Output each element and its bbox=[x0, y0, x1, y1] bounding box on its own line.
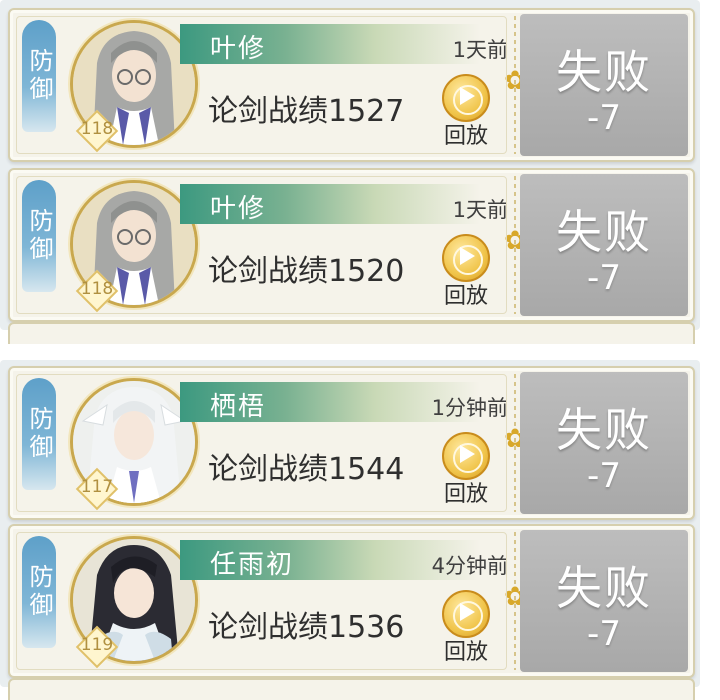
score-change: -7 bbox=[587, 98, 621, 138]
replay-button[interactable]: 回放 bbox=[434, 232, 498, 312]
battle-record-card: 防御 117 栖梧 1分钟前 论剑战绩1544 回放 ✿ 失败 -7 bbox=[8, 366, 695, 520]
battle-record-card: 防御 118 叶修 1天前 论剑战绩1527 回放 ✿ 失败 -7 bbox=[8, 8, 695, 162]
defense-tag: 防御 bbox=[22, 536, 56, 648]
arena-record: 论剑战绩1544 bbox=[208, 452, 405, 487]
arena-record: 论剑战绩1527 bbox=[208, 94, 405, 129]
battle-record-card: 防御 118 叶修 1天前 论剑战绩1520 回放 ✿ 失败 -7 bbox=[8, 168, 695, 322]
arena-record: 论剑战绩1536 bbox=[208, 610, 405, 645]
score-change: -7 bbox=[587, 614, 621, 654]
level-badge: 118 bbox=[75, 269, 119, 313]
opponent-name: 栖梧 bbox=[210, 392, 267, 422]
time-ago: 1天前 bbox=[452, 198, 508, 222]
result-label: 失败 bbox=[556, 403, 652, 457]
battle-record-panel-top: 防御 118 叶修 1天前 论剑战绩1527 回放 ✿ 失败 -7 防御 118… bbox=[0, 0, 700, 344]
defense-tag: 防御 bbox=[22, 20, 56, 132]
replay-button[interactable]: 回放 bbox=[434, 588, 498, 668]
next-card-edge bbox=[8, 322, 695, 344]
time-ago: 1天前 bbox=[452, 38, 508, 62]
replay-button[interactable]: 回放 bbox=[434, 72, 498, 152]
level-badge: 117 bbox=[75, 467, 119, 511]
level-badge: 119 bbox=[75, 625, 119, 669]
score-change: -7 bbox=[587, 258, 621, 298]
time-ago: 1分钟前 bbox=[431, 396, 508, 420]
opponent-name: 叶修 bbox=[210, 194, 267, 224]
replay-button[interactable]: 回放 bbox=[434, 430, 498, 510]
result-label: 失败 bbox=[556, 561, 652, 615]
result-label: 失败 bbox=[556, 45, 652, 99]
defense-tag: 防御 bbox=[22, 180, 56, 292]
defense-tag: 防御 bbox=[22, 378, 56, 490]
battle-record-card: 防御 119 任雨初 4分钟前 论剑战绩1536 回放 ✿ 失败 -7 bbox=[8, 524, 695, 678]
level-badge: 118 bbox=[75, 109, 119, 153]
time-ago: 4分钟前 bbox=[431, 554, 508, 578]
result-label: 失败 bbox=[556, 205, 652, 259]
battle-record-panel-bottom: 防御 117 栖梧 1分钟前 论剑战绩1544 回放 ✿ 失败 -7 防御 11… bbox=[0, 360, 700, 700]
opponent-name: 任雨初 bbox=[210, 550, 295, 580]
opponent-name: 叶修 bbox=[210, 34, 267, 64]
score-change: -7 bbox=[587, 456, 621, 496]
arena-record: 论剑战绩1520 bbox=[208, 254, 405, 289]
next-card-edge bbox=[8, 678, 695, 700]
